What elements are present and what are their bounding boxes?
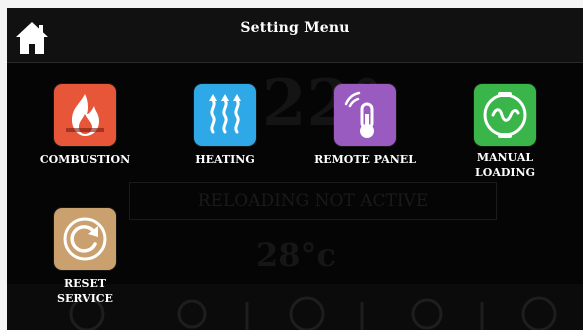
heat-waves-icon <box>194 84 256 146</box>
header-bar: Setting Menu <box>7 8 583 63</box>
pellet-load-icon <box>474 84 536 146</box>
menu-item-heating[interactable]: HEATING <box>160 84 290 174</box>
menu-item-label: MANUAL LOADING <box>475 151 535 179</box>
menu-item-remote-panel[interactable]: REMOTE PANEL <box>300 84 430 174</box>
menu-item-combustion[interactable]: COMBUSTION <box>20 84 150 174</box>
remote-thermometer-icon <box>334 84 396 146</box>
menu-item-label: REMOTE PANEL <box>314 153 416 166</box>
fire-icon <box>54 84 116 146</box>
menu-item-label: COMBUSTION <box>39 153 131 166</box>
page-title: Setting Menu <box>240 20 350 36</box>
menu-item-reset-service[interactable]: RESET SERVICE <box>20 208 150 318</box>
menu-item-label: RESET SERVICE <box>57 277 113 305</box>
background-temperature-small: 28°c <box>256 236 337 274</box>
menu-item-label: HEATING <box>195 153 255 166</box>
settings-screen: Setting Menu 22° RELOADING NOT ACTIVE 28… <box>7 8 583 330</box>
reset-icon <box>54 208 116 270</box>
menu-item-manual-loading[interactable]: MANUAL LOADING <box>440 84 570 194</box>
